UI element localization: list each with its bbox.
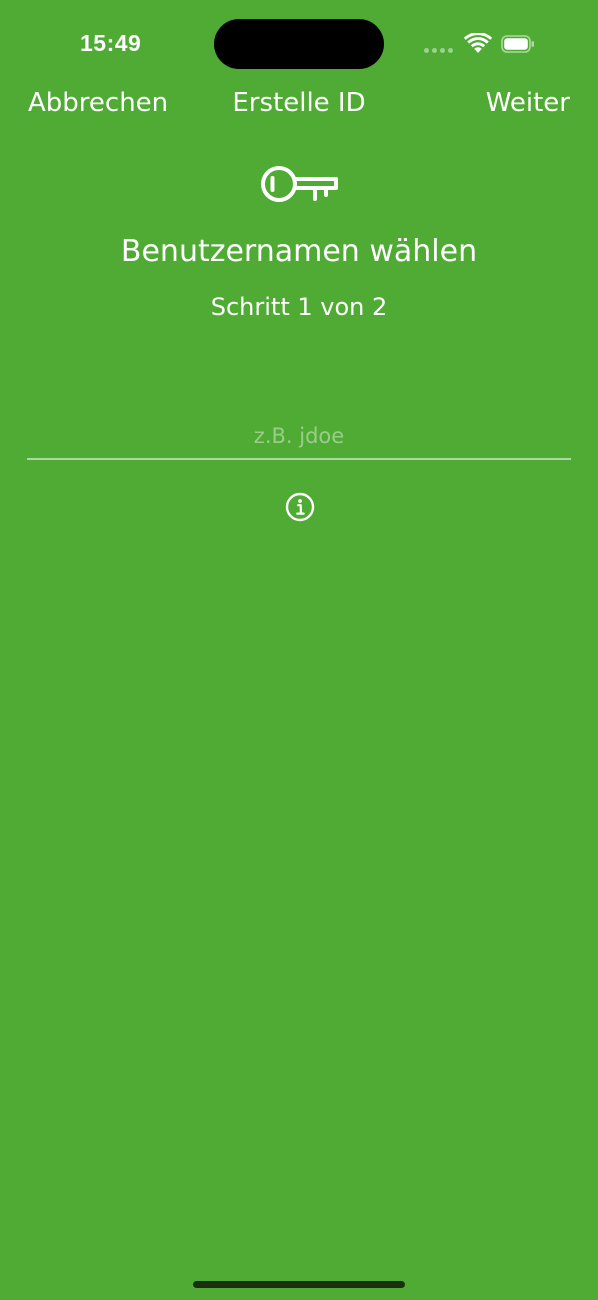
navigation-bar: Abbrechen Erstelle ID Weiter xyxy=(0,84,598,128)
wifi-icon xyxy=(464,33,492,53)
step-indicator: Schritt 1 von 2 xyxy=(210,293,388,321)
key-icon xyxy=(261,166,338,202)
cellular-signal-icon xyxy=(424,48,454,54)
battery-icon xyxy=(501,35,534,53)
status-time: 15:49 xyxy=(80,30,142,56)
home-indicator[interactable] xyxy=(193,1281,405,1288)
dynamic-island xyxy=(214,19,384,69)
heading: Benutzernamen wählen xyxy=(120,234,478,269)
next-button[interactable]: Weiter xyxy=(486,88,570,118)
status-bar: 15:49 xyxy=(0,0,598,88)
info-icon[interactable] xyxy=(285,492,315,522)
username-input[interactable] xyxy=(27,414,571,460)
